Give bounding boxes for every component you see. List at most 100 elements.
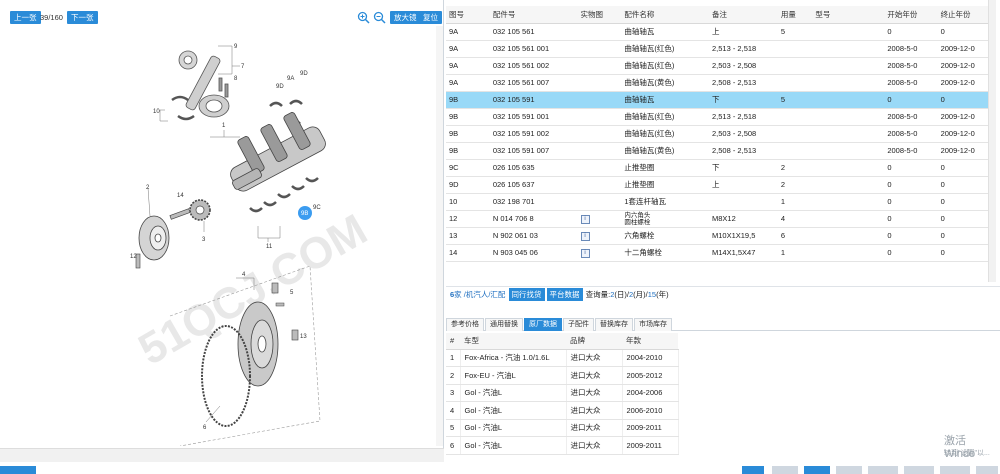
parts-table-scrollbar[interactable] (988, 0, 996, 282)
cell-end: 2009-12-0 (937, 40, 994, 58)
cell-img[interactable] (577, 193, 622, 211)
parts-table-row[interactable]: 9A 032 105 561 002 曲轴轴瓦(红色) 2,503 - 2,508 20… (446, 57, 994, 75)
zoom-in-icon[interactable] (357, 11, 370, 24)
cell-name: 十二角螺栓 (621, 244, 709, 262)
parts-table-row[interactable]: 9B 032 105 591 曲轴轴瓦下 5 0 0 (446, 91, 994, 109)
cell-img[interactable] (577, 125, 622, 143)
col-model[interactable]: 型号 (812, 6, 885, 24)
callout-9c[interactable]: 9C (313, 205, 321, 211)
tab-1[interactable]: 通用替换 (485, 318, 523, 331)
vehicle-row[interactable]: 3 Gol - 汽油L 进口大众 2004-2006 (446, 384, 679, 402)
cell-img[interactable] (577, 74, 622, 92)
cell-img[interactable] (577, 108, 622, 126)
callout-9d-b[interactable]: 9D (300, 71, 308, 77)
cell-qty (777, 40, 813, 58)
bottom-action-5[interactable] (868, 466, 898, 474)
callout-8[interactable]: 8 (234, 76, 238, 82)
col-end-year[interactable]: 终止年份 (937, 6, 994, 24)
callout-3[interactable]: 3 (202, 237, 206, 243)
info-icon[interactable]: i (580, 249, 590, 258)
col-start-year[interactable]: 开始年份 (884, 6, 938, 24)
parts-table-row[interactable]: 14 N 903 045 06 i 十二角螺栓 M14X1,5X47 1 0 0 (446, 244, 994, 262)
parts-table-row[interactable]: 9C 026 105 635 止推垫圈下 2 0 0 (446, 159, 994, 177)
callout-2[interactable]: 2 (146, 185, 150, 191)
col-fig[interactable]: 图号 (446, 6, 490, 24)
cell-img[interactable] (577, 57, 622, 75)
parts-table-row[interactable]: 9B 032 105 591 001 曲轴轴瓦(红色) 2,513 - 2,518 20… (446, 108, 994, 126)
cell-model (812, 210, 885, 228)
peer-search-button[interactable]: 同行找货 (508, 288, 545, 301)
bottom-action-6[interactable] (904, 466, 934, 474)
parts-table-row[interactable]: 9D 026 105 637 止推垫圈上 2 0 0 (446, 176, 994, 194)
info-icon[interactable]: i (580, 232, 590, 241)
supplier-links[interactable]: 机汽人/汇配 (466, 290, 506, 299)
callout-9b[interactable]: 9B (301, 211, 308, 217)
cell-end: 0 (937, 227, 994, 245)
cell-name: 1套连杆轴瓦 (621, 193, 709, 211)
callout-7[interactable]: 7 (241, 64, 245, 70)
platform-data-button[interactable]: 平台数据 (546, 288, 583, 301)
tab-5[interactable]: 市场库存 (634, 318, 672, 331)
vcol-year[interactable]: 年款 (622, 333, 678, 350)
next-image-button[interactable]: 下一张 (67, 11, 98, 24)
tab-0[interactable]: 参考价格 (446, 318, 484, 331)
bottom-left-button[interactable] (0, 466, 36, 474)
bottom-action-7[interactable] (940, 466, 970, 474)
cell-img[interactable] (577, 159, 622, 177)
parts-table-row[interactable]: 9A 032 105 561 007 曲轴轴瓦(黄色) 2,508 - 2,513 20… (446, 74, 994, 92)
bottom-action-1[interactable] (742, 466, 764, 474)
zoom-out-icon[interactable] (373, 11, 386, 24)
cell-img[interactable] (577, 142, 622, 160)
diagram-horizontal-scrollbar[interactable] (0, 448, 444, 462)
cell-img[interactable]: i (577, 244, 622, 262)
parts-table-row[interactable]: 9B 032 105 591 002 曲轴轴瓦(红色) 2,503 - 2,508 20… (446, 125, 994, 143)
prev-image-button[interactable]: 上一张 (10, 11, 41, 24)
vcol-brand[interactable]: 品牌 (566, 333, 622, 350)
reset-button[interactable]: 复位 (419, 11, 442, 24)
col-note[interactable]: 备注 (709, 6, 778, 24)
vehicle-row[interactable]: 2 Fox-EU - 汽油L 进口大众 2005-2012 (446, 366, 679, 385)
vehicle-row[interactable]: 6 Gol - 汽油L 进口大众 2009-2011 (446, 436, 679, 455)
col-image[interactable]: 实物图 (577, 6, 622, 24)
col-part-number[interactable]: 配件号 (489, 6, 578, 24)
bottom-action-3[interactable] (804, 466, 830, 474)
callout-1[interactable]: 1 (222, 123, 226, 129)
cell-img[interactable] (577, 91, 622, 109)
vcol-model[interactable]: 车型 (460, 333, 566, 350)
cell-img[interactable] (577, 40, 622, 58)
callout-9d-a[interactable]: 9D (276, 84, 284, 90)
cell-img[interactable] (577, 23, 622, 41)
col-part-name[interactable]: 配件名称 (621, 6, 709, 24)
cell-img[interactable]: i (577, 210, 622, 228)
vehicle-row[interactable]: 4 Gol - 汽油L 进口大众 2006-2010 (446, 401, 679, 420)
vehicle-row[interactable]: 1 Fox-Africa - 汽油 1.0/1.6L 进口大众 2004-2010 (446, 349, 679, 367)
bottom-action-2[interactable] (772, 466, 798, 474)
parts-table-row[interactable]: 13 N 902 061 03 i 六角螺栓 M10X1X19,5 6 0 0 (446, 227, 994, 245)
tab-2[interactable]: 原厂数据 (524, 318, 562, 331)
callout-9[interactable]: 9 (234, 44, 238, 50)
diagram-vertical-scrollbar[interactable] (436, 26, 443, 446)
callout-13[interactable]: 13 (300, 334, 307, 340)
parts-table-row[interactable]: 9B 032 105 591 007 曲轴轴瓦(黄色) 2,508 - 2,513 20… (446, 142, 994, 160)
bottom-action-8[interactable] (976, 466, 998, 474)
callout-9a[interactable]: 9A (287, 76, 294, 82)
tab-4[interactable]: 替换库存 (595, 318, 633, 331)
callout-6[interactable]: 6 (203, 425, 207, 431)
info-icon[interactable]: i (580, 215, 590, 224)
vehicle-row[interactable]: 5 Gol - 汽油L 进口大众 2009-2011 (446, 419, 679, 437)
exploded-parts-diagram[interactable]: 51QCJ.COM 9 7 8 10 1 9A 9D 9D 9C 9B 2 14… (0, 26, 444, 446)
parts-table-row[interactable]: 10 032 198 701 1套连杆轴瓦 1 0 0 (446, 193, 994, 211)
callout-10[interactable]: 10 (153, 109, 160, 115)
col-qty[interactable]: 用量 (777, 6, 813, 24)
tab-3[interactable]: 子配件 (563, 318, 594, 331)
callout-14[interactable]: 14 (177, 193, 184, 199)
bottom-action-4[interactable] (836, 466, 862, 474)
parts-table-row[interactable]: 12 N 014 706 8 i 内六角头 圆柱螺栓 M8X12 4 0 0 (446, 210, 994, 228)
magnifier-button[interactable]: 放大镜 (390, 11, 421, 24)
callout-12[interactable]: 12 (130, 254, 137, 260)
callout-11[interactable]: 11 (266, 244, 273, 250)
parts-table-row[interactable]: 9A 032 105 561 曲轴轴瓦上 5 0 0 (446, 23, 994, 41)
cell-img[interactable]: i (577, 227, 622, 245)
parts-table-row[interactable]: 9A 032 105 561 001 曲轴轴瓦(红色) 2,513 - 2,518 20… (446, 40, 994, 58)
cell-img[interactable] (577, 176, 622, 194)
